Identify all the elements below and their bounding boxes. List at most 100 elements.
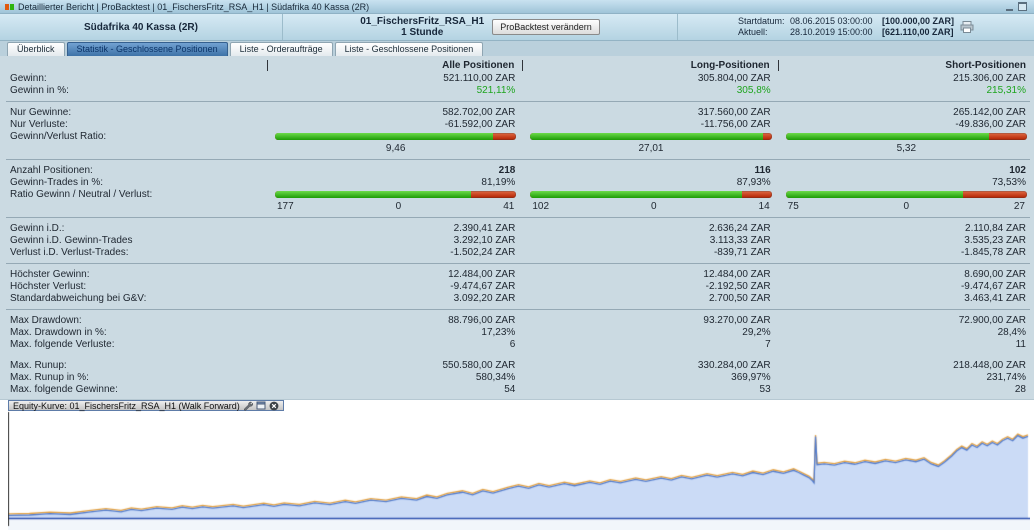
printer-icon[interactable] [960,21,974,33]
close-icon[interactable] [269,401,279,411]
stat-value: 265.142,00 ZAR [953,106,1026,118]
statistics-table: Alle Positionen Long-Positionen Short-Posi… [0,56,1034,399]
stat-value: 11 [1015,338,1026,350]
stat-value: 369,97% [731,371,771,383]
equity-panel-header[interactable]: Equity-Kurve: 01_FischersFritz_RSA_H1 (W… [8,400,284,411]
stat-value: 53 [759,383,771,395]
stat-row: Nur Gewinne: 582.702,00 ZAR 317.560,00 ZAR… [0,106,1034,118]
ratio-value: 5,32 [896,142,917,154]
neutral-count: 0 [650,200,657,212]
stat-value: 215.306,00 ZAR [953,72,1026,84]
stat-value: 12.484,00 ZAR [448,268,516,280]
ratio-bar-green [530,190,743,198]
strategy-name: 01_FischersFritz_RSA_H1 [360,16,485,27]
tab-überblick[interactable]: Überblick [7,42,65,56]
stat-value: 305.804,00 ZAR [697,72,771,84]
stat-value: 2.390,41 ZAR [453,222,516,234]
ratio-bar [785,132,1027,140]
stat-row: Anzahl Positionen: 218 116 102 [0,164,1034,176]
stat-label: Max. folgende Verluste: [10,338,115,350]
stat-row-bar-values: 9,46 27,01 5,32 [0,142,1034,154]
tab-bar: Überblick Statistik - Geschlossene Positi… [0,41,1034,56]
window-title: Detaillierter Bericht | ProBacktest | 01… [18,1,370,12]
tab-liste-geschlossene-positionen[interactable]: Liste - Geschlossene Positionen [334,42,484,56]
tab-liste-orderaufträge[interactable]: Liste - Orderaufträge [229,42,333,56]
stat-value: 8.690,00 ZAR [964,268,1026,280]
startdatum-label: Startdatum: [737,16,785,26]
column-header-short-positionen: Short-Positionen [945,60,1026,71]
stat-value: 3.463,41 ZAR [964,292,1026,304]
stat-value: 88.796,00 ZAR [448,314,516,326]
win-count: 177 [277,200,294,212]
equity-panel: Equity-Kurve: 01_FischersFritz_RSA_H1 (W… [0,399,1034,531]
stat-label: Verlust i.D. Verlust-Trades: [10,246,129,258]
stat-value: 7 [765,338,771,350]
ratio-bar-cell [523,190,778,198]
stat-label: Max Drawdown: [10,314,82,326]
stat-row: Max. folgende Verluste: 6 7 11 [0,338,1034,350]
report-header: Südafrika 40 Kassa (2R) 01_FischersFritz… [0,14,1034,41]
ratio-bar-green [530,132,763,140]
stat-row: Max. Drawdown in %: 17,23% 29,2% 28,4% [0,326,1034,338]
ratio-bar-cell [523,132,778,140]
stat-label: Nur Verluste: [10,118,68,130]
stat-value: 218.448,00 ZAR [953,359,1026,371]
stat-value: 73,53% [992,176,1026,188]
equity-panel-title: Equity-Kurve: 01_FischersFritz_RSA_H1 (W… [13,400,240,411]
stat-value: 28,4% [997,326,1026,338]
stat-value: 2.700,50 ZAR [708,292,771,304]
equity-curve-chart[interactable] [8,411,1030,530]
stat-value: -1.502,24 ZAR [450,246,516,258]
stat-value: 3.292,10 ZAR [453,234,516,246]
probacktest-veraendern-button[interactable]: ProBacktest verändern [492,19,600,35]
section-divider [0,154,1034,164]
ratio-value: 27,01 [638,142,664,154]
win-count: 102 [532,200,550,212]
stat-row: Max. Runup in %: 580,34% 369,97% 231,74% [0,371,1034,383]
stat-value: 28 [1014,383,1026,395]
ratio-bar [275,190,517,198]
restore-icon[interactable] [1018,2,1027,11]
stat-row: Verlust i.D. Verlust-Trades: -1.502,24 ZA… [0,246,1034,258]
settings-wrench-icon[interactable] [243,401,253,411]
stat-value: -9.474,67 ZAR [960,280,1026,292]
stat-label: Gewinn: [10,72,47,84]
stat-value: 580,34% [475,371,516,383]
maximize-window-icon[interactable] [256,401,266,410]
aktuell-amount: [621.110,00 ZAR] [881,27,954,37]
ratio-value: 9,46 [385,142,406,154]
stat-label: Gewinn-Trades in %: [10,176,103,188]
stat-label: Max. Drawdown in %: [10,326,107,338]
startdatum-amount: [100.000,00 ZAR] [881,16,955,26]
stat-row: Ratio Gewinn / Neutral / Verlust: [0,188,1034,200]
stat-label: Ratio Gewinn / Neutral / Verlust: [10,188,153,200]
stat-value: 305,8% [736,84,771,96]
ratio-bar-cell [268,132,523,140]
aktuell-value: 28.10.2019 15:00:00 [789,27,873,37]
window-titlebar[interactable]: Detaillierter Bericht | ProBacktest | 01… [0,0,1034,14]
stat-value: 3.092,20 ZAR [453,292,516,304]
section-divider [0,258,1034,268]
tab-statistik-geschlossene-positionen[interactable]: Statistik - Geschlossene Positionen [66,42,228,56]
stat-value: 54 [504,383,516,395]
stat-row: Höchster Verlust: -9.474,67 ZAR -2.192,50 … [0,280,1034,292]
stat-label: Höchster Verlust: [10,280,87,292]
win-neutral-loss-values: 102 0 14 [523,201,778,212]
stats-header-row: Alle Positionen Long-Positionen Short-Posi… [0,59,1034,72]
stat-value: 29,2% [742,326,771,338]
minimize-icon[interactable] [1006,2,1013,11]
stats-header-label-cell [0,60,268,71]
stat-value: 72.900,00 ZAR [958,314,1026,326]
stat-label: Max. Runup in %: [10,371,89,383]
stat-row: Standardabweichung bei G&V: 3.092,20 ZAR 2… [0,292,1034,304]
stat-value: 521,11% [476,84,516,96]
stat-row: Nur Verluste: -61.592,00 ZAR -11.756,00 ZA… [0,118,1034,130]
stat-value: 116 [754,164,771,176]
date-summary: Startdatum: 08.06.2015 03:00:00 [100.000… [738,16,954,38]
stat-value: -11.756,00 ZAR [700,118,771,130]
strategy-timeframe: 1 Stunde [401,27,444,38]
ratio-bar-cell [779,190,1034,198]
ratio-bar-green [275,132,494,140]
stat-label: Gewinn i.D. Gewinn-Trades [10,234,133,246]
